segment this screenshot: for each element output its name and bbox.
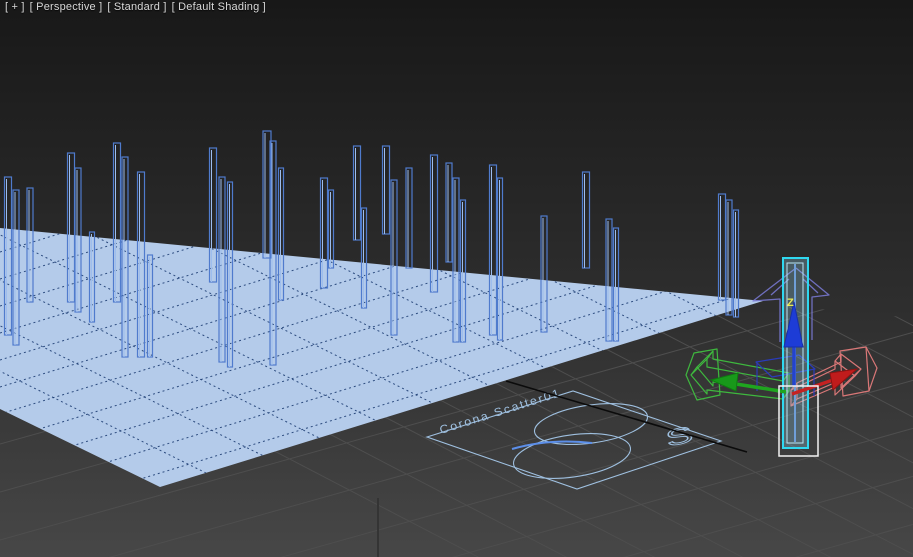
viewport-menu-pov[interactable]: [ Perspective ] [30,1,103,13]
viewport-label-bar: [ + ] [ Perspective ] [ Standard ] [ Defaul… [5,1,271,13]
gizmo-z-label: Z [787,297,794,309]
viewport-canvas[interactable]: Corona Scatter01 SZ [0,0,913,557]
viewport-menu-shading[interactable]: [ Default Shading ] [172,1,266,13]
viewport-menu-general[interactable]: [ + ] [5,1,25,13]
viewport[interactable]: Corona Scatter01 S Z [ + ][ Perspective ][… [0,0,913,557]
viewport-menu-renderer[interactable]: [ Standard ] [107,1,166,13]
